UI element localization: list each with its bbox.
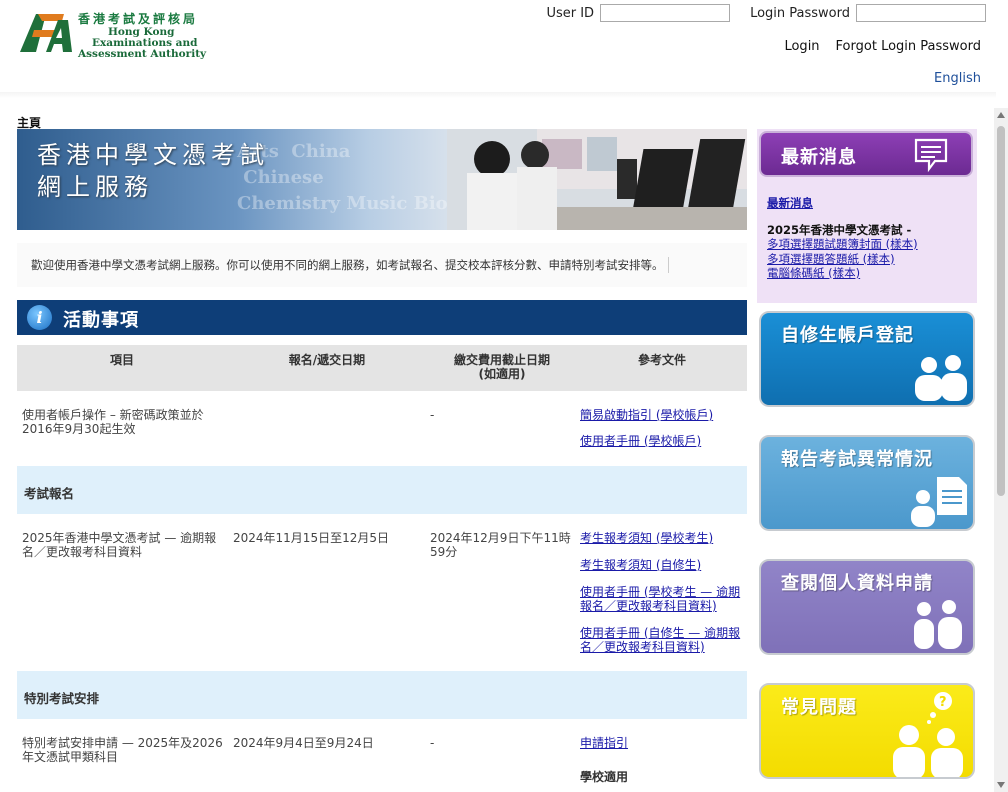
row3-item: 特別考試安排申請 — 2025年及2026 年文憑試甲類科目 <box>22 736 227 764</box>
quick-start-guide-link[interactable]: 簡易啟動指引 (學校帳戶) <box>580 408 745 422</box>
svg-text:?: ? <box>939 695 947 710</box>
report-irregularity-tile[interactable]: 報告考試異常情況 <box>759 435 975 531</box>
table-row: 2025年香港中學文憑考試 — 逾期報 名／更改報考科目資料 2024年11月1… <box>17 523 747 671</box>
col-fee-deadline-line2: (如適用) <box>478 367 526 381</box>
password-input[interactable] <box>856 4 986 22</box>
row3-item-line2: 年文憑試甲類科目 <box>22 750 119 764</box>
info-icon: i <box>27 305 52 330</box>
user-id-label: User ID <box>546 5 595 21</box>
user-manual-private-late-link[interactable]: 使用者手冊 (自修生 — 逾期報 名／更改報考科目資料) <box>580 626 745 654</box>
activities-table-header: 項目 報名/遞交日期 繳交費用截止日期 (如適用) 參考文件 <box>17 345 747 391</box>
two-people-talking-icon <box>914 600 962 649</box>
user-manual-private-late-line2: 名／更改報考科目資料) <box>580 640 705 654</box>
user-manual-private-late-line1: 使用者手冊 (自修生 — 逾期報 <box>580 626 741 640</box>
people-question-icon: ? <box>893 692 963 777</box>
col-reference: 參考文件 <box>637 353 686 367</box>
col-date: 報名/遞交日期 <box>288 353 366 367</box>
scroll-up-arrow-icon[interactable] <box>997 112 1005 118</box>
row2-fee-line1: 2024年12月9日下午11時 <box>430 531 571 545</box>
row3-item-line1: 特別考試安排申請 — 2025年及2026 <box>22 736 223 750</box>
news-body: 最新消息 2025年香港中學文憑考試 - 多項選擇題試題簿封面 (樣本) 多項選… <box>767 196 918 281</box>
school-applicable-label: 學校適用 <box>580 770 629 784</box>
welcome-text: 歡迎使用香港中學文憑考試網上服務。你可以使用不同的網上服務，如考試報名、提交校本… <box>31 257 669 273</box>
user-manual-school-link[interactable]: 使用者手冊 (學校帳戶) <box>580 434 745 448</box>
row2-item-line2: 名／更改報考科目資料 <box>22 545 143 559</box>
row2-item-line1: 2025年香港中學文憑考試 — 逾期報 <box>22 531 217 545</box>
table-row: 特別考試安排申請 — 2025年及2026 年文憑試甲類科目 2024年9月4日… <box>17 728 747 792</box>
row2-fee: 2024年12月9日下午11時 59分 <box>430 531 575 559</box>
login-links: Login Forgot Login Password <box>784 39 981 54</box>
private-candidate-registration-title: 自修生帳戶登記 <box>781 325 914 346</box>
user-manual-school-late-line2: 報名／更改報考科目資料) <box>580 599 717 613</box>
activities-header: i 活動事項 <box>17 300 747 335</box>
col-item: 項目 <box>109 353 134 367</box>
news-link[interactable]: 最新消息 <box>767 196 918 211</box>
password-label: Login Password <box>750 5 850 21</box>
user-manual-school-late-link[interactable]: 使用者手冊 (學校考生 — 逾期 報名／更改報考科目資料) <box>580 585 745 613</box>
row2-item: 2025年香港中學文憑考試 — 逾期報 名／更改報考科目資料 <box>22 531 227 559</box>
banner-title: 香港中學文憑考試 網上服務 <box>37 139 269 203</box>
news-mc-answer-sheet-link[interactable]: 多項選擇題答題紙 (樣本) <box>767 252 918 267</box>
speech-bubble-icon <box>914 138 948 173</box>
news-mc-booklet-cover-link[interactable]: 多項選擇題試題簿封面 (樣本) <box>767 237 918 252</box>
banner-students-image <box>447 129 747 230</box>
personal-data-request-tile[interactable]: 查閱個人資料申請 <box>759 559 975 655</box>
row2-fee-line2: 59分 <box>430 545 458 559</box>
logo-name-en-3: Assessment Authority <box>78 48 207 60</box>
row3-date: 2024年9月4日至9月24日 <box>233 736 374 750</box>
personal-data-request-title: 查閱個人資料申請 <box>781 573 933 594</box>
row3-fee: - <box>430 736 435 750</box>
hero-banner: Arts China Chinese Chemistry Music Biolog… <box>17 129 747 230</box>
faq-tile[interactable]: 常見問題 ? <box>759 683 975 779</box>
row3-docs: 申請指引 學校適用 <box>580 736 745 784</box>
section-special-arrangements-label: 特別考試安排 <box>24 691 100 706</box>
section-exam-registration: 考試報名 <box>17 466 747 514</box>
col-fee-deadline: 繳交費用截止日期 (如適用) <box>437 353 567 381</box>
forgot-password-link[interactable]: Forgot Login Password <box>836 39 981 54</box>
col-fee-deadline-line1: 繳交費用截止日期 <box>453 353 550 367</box>
row2-date: 2024年11月15日至12月5日 <box>233 531 389 545</box>
two-people-icon <box>915 355 967 401</box>
logo-name-zh: 香港考試及評核局 <box>78 12 199 26</box>
row1-docs: 簡易啟動指引 (學校帳戶) 使用者手冊 (學校帳戶) <box>580 408 745 448</box>
row1-item-line2: 2016年9月30起生效 <box>22 422 136 436</box>
faq-title: 常見問題 <box>781 697 857 718</box>
welcome-box: 歡迎使用香港中學文憑考試網上服務。你可以使用不同的網上服務，如考試報名、提交校本… <box>17 243 747 287</box>
hkeaa-logo[interactable]: 香港考試及評核局 Hong Kong Examinations and Asse… <box>16 8 216 60</box>
banner-title-line1: 香港中學文憑考試 <box>37 141 269 169</box>
row1-item-line1: 使用者帳戶操作 – 新密碼政策並於 <box>22 408 204 422</box>
scroll-thumb[interactable] <box>997 126 1005 496</box>
application-guide-link[interactable]: 申請指引 <box>580 736 745 750</box>
news-barcode-sheet-link[interactable]: 電腦條碼紙 (樣本) <box>767 266 918 281</box>
news-panel: 最新消息 最新消息 2025年香港中學文憑考試 - 多項選擇題試題簿封面 (樣本… <box>757 129 977 303</box>
banner-title-line2: 網上服務 <box>37 173 153 201</box>
login-link[interactable]: Login <box>784 39 819 54</box>
row1-fee: - <box>430 408 435 422</box>
candidate-handbook-private-link[interactable]: 考生報考須知 (自修生) <box>580 558 745 572</box>
report-irregularity-title: 報告考試異常情況 <box>781 449 933 470</box>
login-form: User ID Login Password <box>546 4 986 22</box>
section-exam-registration-label: 考試報名 <box>24 486 75 501</box>
row1-item: 使用者帳戶操作 – 新密碼政策並於 2016年9月30起生效 <box>22 408 222 436</box>
person-document-icon <box>911 477 967 527</box>
news-header-title: 最新消息 <box>781 147 857 168</box>
scroll-down-arrow-icon[interactable] <box>997 782 1005 788</box>
header-divider <box>0 92 996 98</box>
section-special-arrangements: 特別考試安排 <box>17 671 747 719</box>
user-id-input[interactable] <box>600 4 731 22</box>
logo-text: 香港考試及評核局 Hong Kong Examinations and Asse… <box>78 10 206 60</box>
page-scrollbar[interactable] <box>994 108 1008 792</box>
row2-docs: 考生報考須知 (學校考生) 考生報考須知 (自修生) 使用者手冊 (學校考生 —… <box>580 531 745 654</box>
hkeaa-logo-icon <box>20 14 72 52</box>
activities-title: 活動事項 <box>63 310 139 331</box>
table-row: 使用者帳戶操作 – 新密碼政策並於 2016年9月30起生效 - 簡易啟動指引 … <box>17 400 747 466</box>
language-switch-link[interactable]: English <box>934 71 981 86</box>
user-manual-school-late-line1: 使用者手冊 (學校考生 — 逾期 <box>580 585 741 599</box>
news-subtitle: 2025年香港中學文憑考試 - <box>767 222 912 237</box>
private-candidate-registration-tile[interactable]: 自修生帳戶登記 <box>759 311 975 407</box>
candidate-handbook-school-link[interactable]: 考生報考須知 (學校考生) <box>580 531 745 545</box>
news-header: 最新消息 <box>759 131 973 177</box>
